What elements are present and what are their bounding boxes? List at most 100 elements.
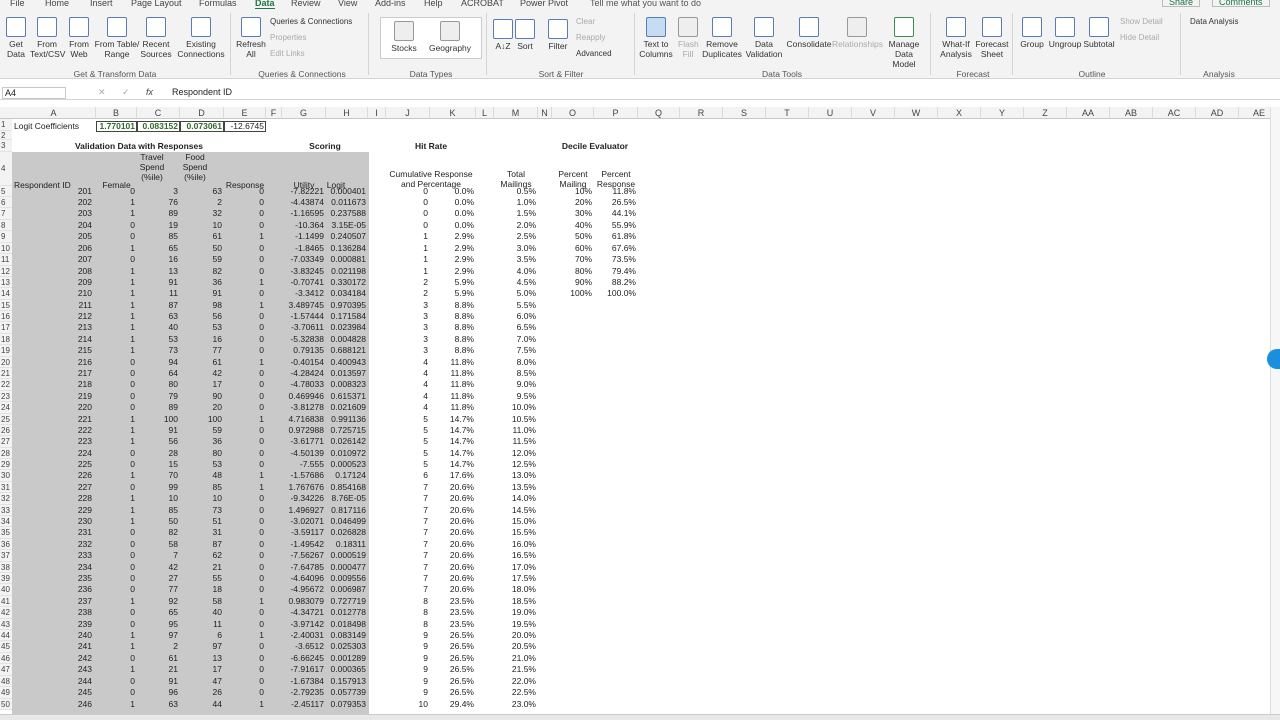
cell-data-row-37-c1[interactable]: 0 — [96, 550, 135, 561]
cell-data-row-42-c1[interactable]: 0 — [96, 607, 135, 618]
cell-data-row-6-c4[interactable]: 0 — [224, 197, 264, 208]
cell-data-row-50-c6[interactable]: 0.079353 — [326, 699, 366, 710]
cell-data-row-30-c4[interactable]: 1 — [224, 470, 264, 481]
cell-data-row-38-c1[interactable]: 0 — [96, 562, 135, 573]
cell-data-row-40-c7[interactable]: 7 — [386, 584, 428, 595]
cell-data-row-14-c2[interactable]: 11 — [137, 288, 178, 299]
cell-data-row-9-c9[interactable]: 2.5% — [494, 231, 536, 242]
cell-data-row-6-c5[interactable]: -4.43874 — [282, 197, 324, 208]
cell-data-row-28-c4[interactable]: 0 — [224, 448, 264, 459]
recent-sources-button[interactable]: Recent Sources — [140, 17, 172, 59]
cell-data-row-29-c3[interactable]: 53 — [180, 459, 222, 470]
cell-data-row-42-c7[interactable]: 8 — [386, 607, 428, 618]
cell-data-row-9-c6[interactable]: 0.240507 — [326, 231, 366, 242]
cell-data-row-46-c0[interactable]: 242 — [12, 653, 92, 664]
get-data-button[interactable]: Get Data — [2, 17, 30, 59]
column-header-y[interactable]: Y — [981, 107, 1024, 119]
cell-data-row-22-c4[interactable]: 0 — [224, 379, 264, 390]
row-header-48[interactable]: 48 — [0, 676, 12, 687]
cell-data-row-13-c9[interactable]: 4.5% — [494, 277, 536, 288]
row-header-38[interactable]: 38 — [0, 562, 12, 573]
percent-response-cell[interactable]: 61.8% — [594, 231, 636, 242]
cell-data-row-31-c2[interactable]: 99 — [137, 482, 178, 493]
cell-data-row-17-c3[interactable]: 53 — [180, 322, 222, 333]
cell-data-row-33-c0[interactable]: 229 — [12, 505, 92, 516]
cell-data-row-31-c8[interactable]: 20.6% — [430, 482, 474, 493]
cell-data-row-24-c8[interactable]: 11.8% — [430, 402, 474, 413]
cell-data-row-39-c9[interactable]: 17.5% — [494, 573, 536, 584]
cell-data-row-41-c0[interactable]: 237 — [12, 596, 92, 607]
cell-data-row-15-c9[interactable]: 5.5% — [494, 300, 536, 311]
cell-data-row-28-c7[interactable]: 5 — [386, 448, 428, 459]
cell-data-row-5-c6[interactable]: 0.000401 — [326, 186, 366, 197]
cell-data-row-12-c7[interactable]: 1 — [386, 266, 428, 277]
cell-data-row-34-c4[interactable]: 0 — [224, 516, 264, 527]
cell-data-row-36-c4[interactable]: 0 — [224, 539, 264, 550]
row-header-21[interactable]: 21 — [0, 368, 12, 379]
cell-data-row-39-c1[interactable]: 0 — [96, 573, 135, 584]
cell-data-row-8-c6[interactable]: 3.15E-05 — [326, 220, 367, 231]
cell-data-row-50-c4[interactable]: 1 — [224, 699, 264, 710]
percent-response-cell[interactable]: 55.9% — [594, 220, 636, 231]
cell-data-row-9-c5[interactable]: -1.1499 — [282, 231, 324, 242]
relationships-button[interactable]: Relationships — [832, 17, 883, 49]
cell-data-row-20-c7[interactable]: 4 — [386, 357, 428, 368]
decile-evaluator-header[interactable]: Decile Evaluator — [552, 141, 638, 152]
cell-data-row-9-c7[interactable]: 1 — [386, 231, 428, 242]
cell-data-row-27-c9[interactable]: 11.5% — [494, 436, 536, 447]
cell-data-row-36-c9[interactable]: 16.0% — [494, 539, 536, 550]
cell-data-row-5-c2[interactable]: 3 — [137, 186, 178, 197]
queries-connections-button[interactable]: Queries & Connections — [270, 17, 352, 27]
column-header-l[interactable]: L — [476, 107, 494, 119]
row-header-25[interactable]: 25 — [0, 414, 12, 425]
reapply-button[interactable]: Reapply — [576, 33, 605, 43]
cell-data-row-35-c5[interactable]: -3.59117 — [282, 527, 324, 538]
column-header-f[interactable]: F — [266, 107, 282, 119]
cell-data-row-6-c8[interactable]: 0.0% — [430, 197, 474, 208]
cell-data-row-23-c0[interactable]: 219 — [12, 391, 92, 402]
cell-data-row-27-c1[interactable]: 1 — [96, 436, 135, 447]
tab-view[interactable]: View — [338, 0, 357, 8]
percent-mailing-cell[interactable]: 80% — [552, 266, 592, 277]
cell-data-row-14-c0[interactable]: 210 — [12, 288, 92, 299]
cell-data-row-33-c4[interactable]: 0 — [224, 505, 264, 516]
row-header-39[interactable]: 39 — [0, 573, 12, 584]
cell-data-row-27-c8[interactable]: 14.7% — [430, 436, 474, 447]
cell-data-row-27-c7[interactable]: 5 — [386, 436, 428, 447]
ungroup-button[interactable]: Ungroup — [1048, 17, 1082, 49]
tab-acrobat[interactable]: ACROBAT — [461, 0, 504, 8]
cell-data-row-38-c4[interactable]: 0 — [224, 562, 264, 573]
cell-data-row-35-c0[interactable]: 231 — [12, 527, 92, 538]
remove-duplicates-button[interactable]: Remove Duplicates — [702, 17, 742, 59]
column-header-h[interactable]: H — [326, 107, 368, 119]
text-to-columns-button[interactable]: Text to Columns — [638, 17, 674, 59]
cell-data-row-42-c9[interactable]: 19.0% — [494, 607, 536, 618]
cell-data-row-13-c8[interactable]: 5.9% — [430, 277, 474, 288]
cell-data-row-12-c9[interactable]: 4.0% — [494, 266, 536, 277]
cell-data-row-33-c3[interactable]: 73 — [180, 505, 222, 516]
cell-data-row-10-c3[interactable]: 50 — [180, 243, 222, 254]
tab-home[interactable]: Home — [45, 0, 69, 8]
cell-data-row-34-c2[interactable]: 50 — [137, 516, 178, 527]
cell-data-row-50-c5[interactable]: -2.45117 — [282, 699, 324, 710]
cell-data-row-15-c7[interactable]: 3 — [386, 300, 428, 311]
cell-data-row-48-c2[interactable]: 91 — [137, 676, 178, 687]
cell-data-row-26-c0[interactable]: 222 — [12, 425, 92, 436]
cell-data-row-30-c3[interactable]: 48 — [180, 470, 222, 481]
cell-data-row-7-c6[interactable]: 0.237588 — [326, 208, 366, 219]
cell-data-row-25-c9[interactable]: 10.5% — [494, 414, 536, 425]
cell-data-row-24-c9[interactable]: 10.0% — [494, 402, 536, 413]
cell-data-row-41-c1[interactable]: 1 — [96, 596, 135, 607]
cell-data-row-47-c5[interactable]: -7.91617 — [282, 664, 324, 675]
cell-data-row-25-c8[interactable]: 14.7% — [430, 414, 474, 425]
column-header-j[interactable]: J — [386, 107, 430, 119]
data-analysis-button[interactable]: Data Analysis — [1190, 17, 1238, 27]
cell-data-row-41-c6[interactable]: 0.727719 — [326, 596, 366, 607]
show-detail-button[interactable]: Show Detail — [1120, 17, 1163, 27]
cell-data-row-12-c1[interactable]: 1 — [96, 266, 135, 277]
cell-data-row-37-c4[interactable]: 0 — [224, 550, 264, 561]
cell-data-row-33-c6[interactable]: 0.817116 — [326, 505, 366, 516]
cell-data-row-47-c7[interactable]: 9 — [386, 664, 428, 675]
percent-mailing-cell[interactable]: 70% — [552, 254, 592, 265]
column-header-b[interactable]: B — [96, 107, 137, 119]
